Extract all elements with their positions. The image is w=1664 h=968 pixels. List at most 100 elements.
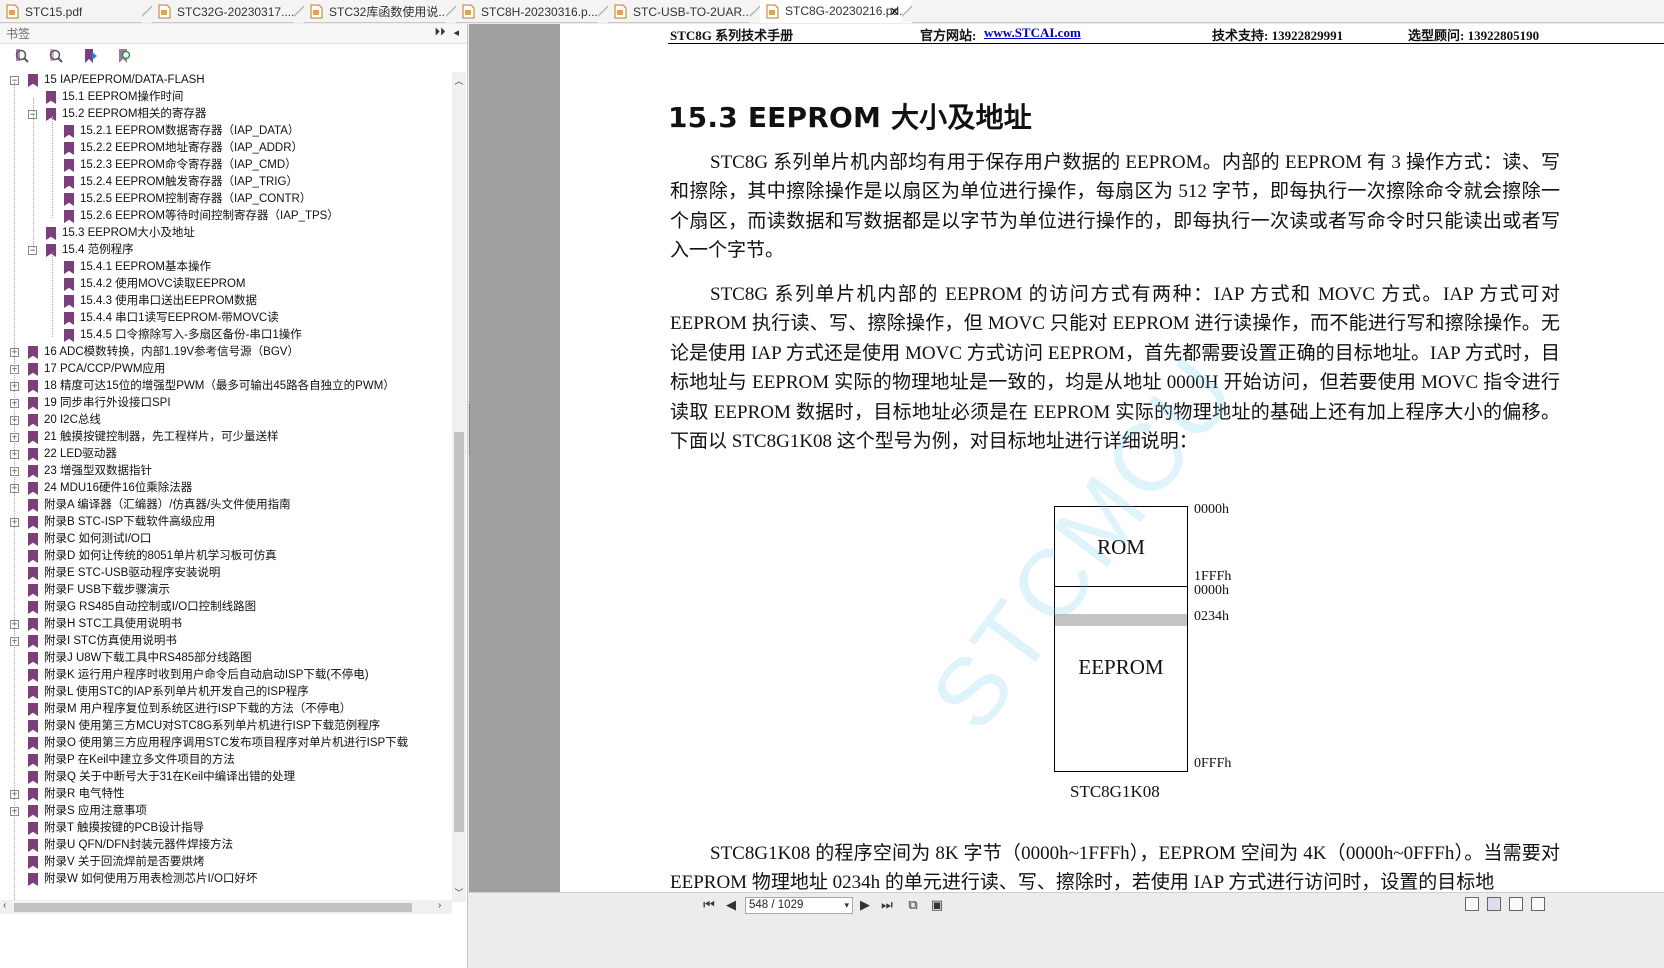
bookmark-item[interactable]: 15.2.4 EEPROM触发寄存器（IAP_TRIG） (0, 174, 452, 191)
bookmark-label: 附录M 用户程序复位到系统区进行ISP下载的方法（不停电） (44, 703, 352, 715)
bookmarks-horizontal-scrollbar[interactable]: ‹ › (0, 900, 452, 914)
previous-page-icon[interactable]: ◀ (723, 897, 739, 913)
bookmark-label: 附录O 使用第三方应用程序调用STC发布项目程序对单片机进行ISP下载 (44, 737, 409, 749)
tab-4[interactable]: STC8H-20230316.p... (456, 0, 608, 23)
bookmark-item[interactable]: 附录J U8W下载工具中RS485部分线路图 (0, 650, 452, 667)
page-indicator: 548 / 1029 (749, 899, 804, 911)
close-tab-icon[interactable]: ✕ (889, 4, 900, 20)
next-page-icon[interactable]: ▶ (857, 897, 873, 913)
bookmark-item[interactable]: −15 IAP/EEPROM/DATA-FLASH (0, 72, 452, 89)
bookmark-item[interactable]: 15.4.1 EEPROM基本操作 (0, 259, 452, 276)
bookmark-item[interactable]: 15.2.3 EEPROM命令寄存器（IAP_CMD） (0, 157, 452, 174)
bookmark-label: 15.4.5 口令擦除写入-多扇区备份-串口1操作 (80, 329, 302, 341)
bookmark-item[interactable]: 附录C 如何测试I/O口 (0, 531, 452, 548)
bookmark-item[interactable]: 15.2.5 EEPROM控制寄存器（IAP_CONTR） (0, 191, 452, 208)
scroll-down-icon[interactable]: ﹀ (454, 888, 464, 898)
expand-panel-icon[interactable]: ⏵⏵ (434, 26, 445, 39)
bookmark-item[interactable]: 15.4.3 使用串口送出EEPROM数据 (0, 293, 452, 310)
bookmark-icon (28, 737, 38, 750)
bookmark-icon (64, 142, 74, 155)
collapse-all-bookmarks-icon[interactable] (48, 48, 64, 64)
bookmarks-vertical-scrollbar[interactable]: ︿ ﹀ (452, 72, 466, 902)
bookmark-item[interactable]: 附录F USB下载步骤演示 (0, 582, 452, 599)
bookmark-item[interactable]: −15.2 EEPROM相关的寄存器 (0, 106, 452, 123)
bookmark-item[interactable]: 15.3 EEPROM大小及地址 (0, 225, 452, 242)
bookmark-item[interactable]: 附录G RS485自动控制或I/O口控制线路图 (0, 599, 452, 616)
fit-width-icon[interactable]: ▣ (929, 897, 945, 913)
bookmark-item[interactable]: 附录N 使用第三方MCU对STC8G系列单片机进行ISP下载范例程序 (0, 718, 452, 735)
scroll-left-icon[interactable]: ‹ (3, 900, 6, 911)
last-page-icon[interactable]: ⏭ (879, 897, 895, 913)
scroll-up-icon[interactable]: ︿ (454, 76, 464, 86)
bookmarks-panel: 书签 ⏵⏵ ◂ −15 IAP/EEPROM/DATA-FLASH 15.1 EE… (0, 24, 468, 968)
bookmark-item[interactable]: 15.4.4 串口1读写EEPROM-带MOVC读 (0, 310, 452, 327)
panel-splitter-handle[interactable] (469, 404, 475, 454)
tab-3[interactable]: STC32库函数使用说... (304, 0, 456, 23)
bookmark-item[interactable]: 附录Q 关于中断号大于31在Keil中编译出错的处理 (0, 769, 452, 786)
bookmark-icon (28, 363, 38, 376)
bookmark-item[interactable]: +21 触摸按键控制器，先工程样片，可少量送样 (0, 429, 452, 446)
expand-all-bookmarks-icon[interactable] (14, 48, 30, 64)
bookmark-item[interactable]: 15.4.5 口令擦除写入-多扇区备份-串口1操作 (0, 327, 452, 344)
bookmark-item[interactable]: 附录D 如何让传统的8051单片机学习板可仿真 (0, 548, 452, 565)
bookmark-item[interactable]: +16 ADC模数转换，内部1.19V参考信号源（BGV） (0, 344, 452, 361)
fit-page-icon[interactable]: ⧉ (905, 897, 921, 913)
bookmark-item[interactable]: −15.4 范例程序 (0, 242, 452, 259)
single-page-view-icon[interactable] (1465, 897, 1479, 911)
tab-1[interactable]: STC15.pdf (0, 0, 152, 23)
bookmark-item[interactable]: 附录V 关于回流焊前是否要烘烤 (0, 854, 452, 871)
bookmarks-scroll-thumb[interactable] (454, 432, 464, 832)
bookmark-item[interactable]: + 附录H STC工具使用说明书 (0, 616, 452, 633)
bookmark-label: 15.2.2 EEPROM地址寄存器（IAP_ADDR） (80, 142, 304, 154)
page-number-field[interactable]: 548 / 1029 ▾ (745, 897, 853, 914)
tab-label: STC15.pdf (25, 4, 83, 19)
bookmark-item[interactable]: 附录L 使用STC的IAP系列单片机开发自己的ISP程序 (0, 684, 452, 701)
tab-5[interactable]: STC-USB-TO-2UAR... (608, 0, 760, 23)
bookmark-item[interactable]: + 附录S 应用注意事项 (0, 803, 452, 820)
first-page-icon[interactable]: ⏮ (701, 897, 717, 913)
bookmark-label: 15.4.2 使用MOVC读取EEPROM (80, 278, 246, 290)
bookmark-item[interactable]: +24 MDU16硬件16位乘除法器 (0, 480, 452, 497)
bookmarks-hscroll-thumb[interactable] (14, 903, 412, 912)
bookmark-item[interactable]: + 附录B STC-ISP下载软件高级应用 (0, 514, 452, 531)
bookmark-icon (64, 193, 74, 206)
bookmark-item[interactable]: 15.2.1 EEPROM数据寄存器（IAP_DATA） (0, 123, 452, 140)
find-bookmark-icon[interactable] (116, 48, 132, 64)
bookmark-item[interactable]: 附录T 触摸按键的PCB设计指导 (0, 820, 452, 837)
bookmark-item[interactable]: 附录U QFN/DFN封装元器件焊接方法 (0, 837, 452, 854)
bookmark-item[interactable]: + 附录R 电气特性 (0, 786, 452, 803)
bookmark-item[interactable]: 附录E STC-USB驱动程序安装说明 (0, 565, 452, 582)
add-bookmark-icon[interactable] (82, 48, 98, 64)
bookmark-label: 15.4.4 串口1读写EEPROM-带MOVC读 (80, 312, 279, 324)
bookmark-label: 附录I STC仿真使用说明书 (44, 635, 177, 647)
facing-view-icon[interactable] (1509, 897, 1523, 911)
tab-2[interactable]: STC32G-20230317.... (152, 0, 304, 23)
collapse-panel-icon[interactable]: ◂ (453, 26, 459, 39)
scroll-right-icon[interactable]: › (438, 900, 441, 911)
bookmark-item[interactable]: + 附录I STC仿真使用说明书 (0, 633, 452, 650)
book-view-icon[interactable] (1531, 897, 1545, 911)
bookmark-item[interactable]: 附录W 如何使用万用表检测芯片I/O口好坏 (0, 871, 452, 888)
continuous-view-icon[interactable] (1487, 897, 1501, 911)
bookmark-item[interactable]: +22 LED驱动器 (0, 446, 452, 463)
bookmark-item[interactable]: 附录K 运行用户程序时收到用户命令后自动启动ISP下载(不停电) (0, 667, 452, 684)
bookmark-label: 15.2.5 EEPROM控制寄存器（IAP_CONTR） (80, 193, 312, 205)
site-link[interactable]: www.STCAI.com (984, 25, 1081, 41)
bookmark-item[interactable]: +17 PCA/CCP/PWM应用 (0, 361, 452, 378)
bookmark-item[interactable]: 15.4.2 使用MOVC读取EEPROM (0, 276, 452, 293)
bookmark-item[interactable]: 15.1 EEPROM操作时间 (0, 89, 452, 106)
bookmark-item[interactable]: +20 I2C总线 (0, 412, 452, 429)
bookmark-item[interactable]: 附录M 用户程序复位到系统区进行ISP下载的方法（不停电） (0, 701, 452, 718)
bookmark-item[interactable]: 15.2.2 EEPROM地址寄存器（IAP_ADDR） (0, 140, 452, 157)
tab-6[interactable]: STC8G-20230216.pd... ✕ (760, 0, 912, 23)
page-dropdown-icon[interactable]: ▾ (844, 898, 849, 913)
bookmark-item[interactable]: +19 同步串行外设接口SPI (0, 395, 452, 412)
bookmark-item[interactable]: +23 增强型双数据指针 (0, 463, 452, 480)
bookmark-item[interactable]: 附录P 在Keil中建立多文件项目的方法 (0, 752, 452, 769)
bookmark-item[interactable]: 附录O 使用第三方应用程序调用STC发布项目程序对单片机进行ISP下载 (0, 735, 452, 752)
bookmark-item[interactable]: 附录A 编译器（汇编器）/仿真器/头文件使用指南 (0, 497, 452, 514)
tab-label: STC-USB-TO-2UAR... (633, 4, 753, 19)
bookmark-item[interactable]: +18 精度可达15位的增强型PWM（最多可输出45路各自独立的PWM） (0, 378, 452, 395)
addr-eeprom-end: 0FFFh (1194, 756, 1232, 771)
bookmark-item[interactable]: 15.2.6 EEPROM等待时间控制寄存器（IAP_TPS） (0, 208, 452, 225)
